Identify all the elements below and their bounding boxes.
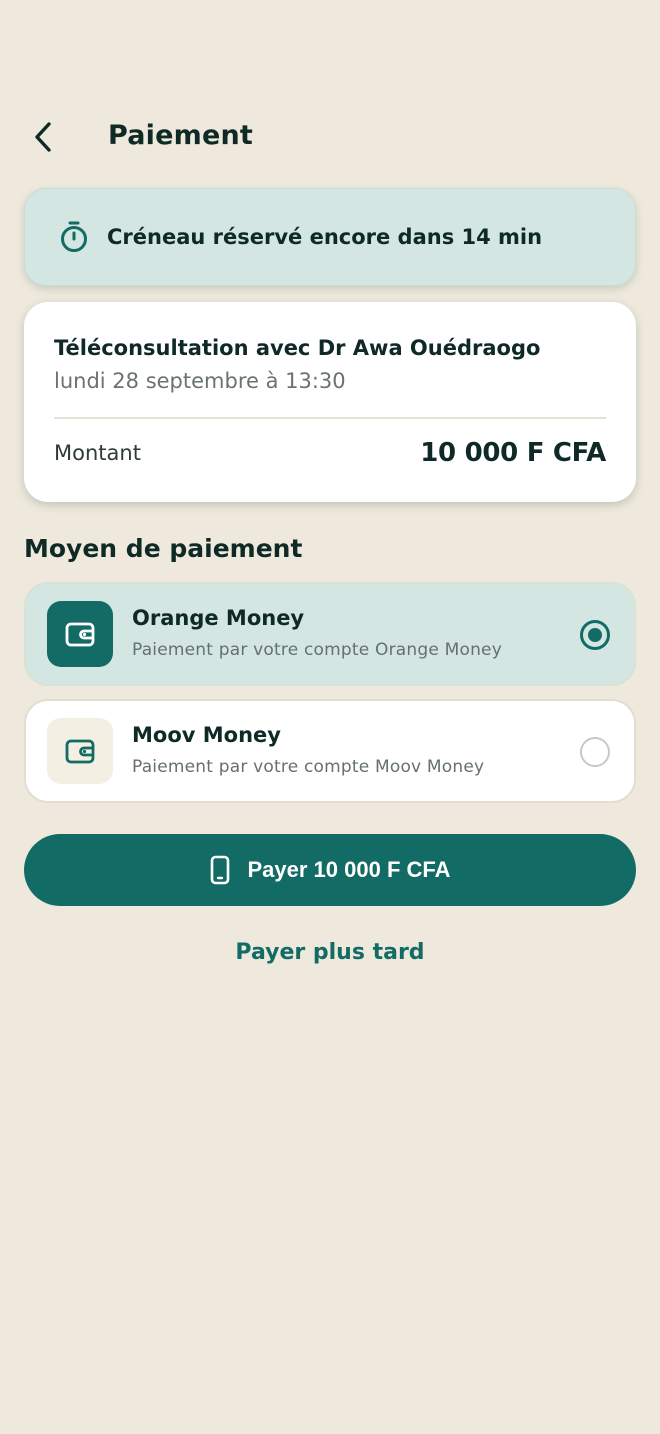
option-description: Paiement par votre compte Orange Money [132, 640, 502, 660]
appointment-title: Téléconsultation avec Dr Awa Ouédraogo [54, 336, 541, 360]
appointment-card: Téléconsultation avec Dr Awa Ouédraogo l… [24, 302, 636, 502]
payment-screen: Paiement Créneau réservé encore dans 14 … [0, 0, 660, 1434]
option-name: Moov Money [132, 723, 281, 747]
radio-selected[interactable] [580, 620, 610, 650]
radio-unselected[interactable] [580, 737, 610, 767]
payment-method-heading: Moyen de paiement [24, 534, 303, 563]
payment-option-moov-money[interactable]: Moov Money Paiement par votre compte Moo… [24, 699, 636, 803]
amount-label: Montant [54, 441, 141, 465]
smartphone-icon [209, 855, 231, 885]
reservation-timer-banner: Créneau réservé encore dans 14 min [24, 188, 636, 286]
wallet-icon [47, 718, 113, 784]
chevron-left-icon [35, 122, 51, 152]
divider [54, 417, 606, 419]
option-name: Orange Money [132, 606, 305, 630]
payment-option-orange-money[interactable]: Orange Money Paiement par votre compte O… [24, 582, 636, 686]
page-title: Paiement [108, 120, 254, 151]
back-button[interactable] [22, 116, 64, 158]
amount-value: 10 000 F CFA [420, 438, 606, 468]
wallet-icon [47, 601, 113, 667]
pay-button-label: Payer 10 000 F CFA [247, 857, 451, 882]
pay-later-link[interactable]: Payer plus tard [0, 940, 660, 965]
appointment-datetime: lundi 28 septembre à 13:30 [54, 369, 346, 393]
header: Paiement [0, 110, 660, 164]
option-description: Paiement par votre compte Moov Money [132, 757, 485, 777]
timer-text: Créneau réservé encore dans 14 min [107, 225, 543, 249]
pay-button[interactable]: Payer 10 000 F CFA [24, 834, 636, 906]
stopwatch-icon [57, 220, 91, 254]
